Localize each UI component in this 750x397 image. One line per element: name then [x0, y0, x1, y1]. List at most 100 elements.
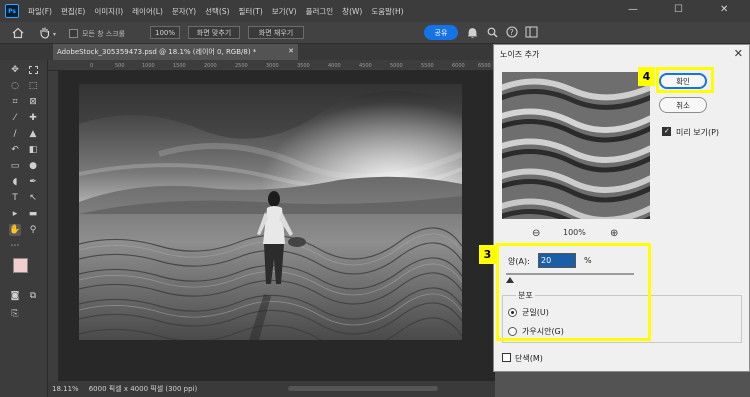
menu-image[interactable]: 이미지(I) [94, 6, 123, 17]
menu-view[interactable]: 보기(V) [272, 6, 297, 17]
preview-image [502, 72, 650, 219]
horizontal-ruler: 0 500 1000 1500 2000 2500 3000 3500 4000… [48, 60, 495, 71]
zoom-tool-icon[interactable]: ⚲ [27, 224, 39, 236]
hand-icon[interactable] [38, 26, 51, 39]
history-brush-icon[interactable]: ↶ [9, 144, 21, 156]
gradient-tool-icon[interactable]: ▭ [9, 160, 21, 172]
fill-screen-button[interactable]: 화면 채우기 [248, 26, 304, 39]
zoom-out-icon[interactable]: ⊖ [532, 228, 540, 239]
blur-tool-icon[interactable]: ● [27, 160, 39, 172]
marquee-tool-icon[interactable] [27, 64, 39, 76]
vertical-ruler [48, 71, 59, 381]
app-logo: Ps [5, 4, 19, 18]
callout-step-3: 3 [479, 245, 496, 264]
horizontal-scrollbar[interactable] [288, 386, 438, 391]
menu-filter[interactable]: 필터(T) [239, 6, 263, 17]
crop-tool-icon[interactable]: ⌗ [9, 96, 21, 108]
menu-window[interactable]: 창(W) [342, 6, 362, 17]
brush-tool-icon[interactable]: / [9, 128, 21, 140]
minimize-button[interactable]: — [628, 4, 638, 15]
ruler-label: 1500 [173, 63, 186, 69]
fit-screen-button[interactable]: 화면 맞추기 [188, 26, 240, 39]
document-size-status: 6000 픽셀 x 4000 픽셀 (300 ppi) [88, 385, 198, 393]
frame-tool-icon[interactable]: ⊠ [27, 96, 39, 108]
callout-settings-highlight [496, 243, 651, 341]
ruler-label: 2000 [204, 63, 217, 69]
screen-mode-icon[interactable]: ⧉ [27, 290, 39, 302]
healing-brush-icon[interactable]: ✚ [27, 112, 39, 124]
document-image[interactable] [79, 84, 462, 340]
menu-plugins[interactable]: 플러그인 [306, 6, 334, 17]
menu-layer[interactable]: 레이어(L) [132, 6, 163, 17]
ruler-label: 500 [115, 63, 125, 69]
scroll-all-label: 모든 창 스크롤 [82, 30, 126, 38]
cancel-button[interactable]: 취소 [659, 97, 707, 113]
menu-type[interactable]: 문자(Y) [172, 6, 196, 17]
document-tab[interactable]: AdobeStock_305359473.psd @ 18.1% (레이어 0,… [53, 44, 298, 60]
scroll-all-checkbox[interactable] [69, 29, 78, 38]
zoom-field[interactable]: 100% [150, 26, 180, 39]
ruler-label: 0 [90, 63, 94, 69]
callout-ok-highlight [656, 67, 714, 93]
menu-select[interactable]: 선택(S) [205, 6, 229, 17]
pen-tool-icon[interactable]: ✒ [27, 176, 39, 188]
menu-file[interactable]: 파일(F) [28, 6, 52, 17]
search-icon[interactable] [487, 27, 498, 38]
monochromatic-checkbox[interactable] [502, 353, 511, 362]
dialog-close-icon[interactable]: ✕ [734, 47, 743, 60]
status-bar: 18.11% 6000 픽셀 x 4000 픽셀 (300 ppi) [48, 381, 495, 397]
foreground-color-swatch[interactable] [13, 258, 28, 273]
ruler-label: 3500 [297, 63, 310, 69]
ruler-label: 1000 [142, 63, 155, 69]
ruler-label: 6500 [478, 63, 491, 69]
lasso-tool-icon[interactable]: ◌ [9, 80, 21, 92]
path-select-icon[interactable]: ↖ [27, 192, 39, 204]
bell-icon[interactable] [467, 27, 478, 39]
preview-zoom-level: 100% [563, 228, 586, 237]
extras-icon[interactable]: ⎘ [9, 308, 21, 320]
home-icon[interactable] [12, 27, 24, 39]
monochromatic-label: 단색(M) [515, 354, 543, 363]
document-tabs: AdobeStock_305359473.psd @ 18.1% (레이어 0,… [0, 44, 495, 60]
hand-tool-icon[interactable]: ✋ [9, 224, 21, 236]
eraser-tool-icon[interactable]: ◧ [27, 144, 39, 156]
menu-help[interactable]: 도움말(H) [371, 6, 403, 17]
type-tool-icon[interactable]: T [9, 192, 21, 204]
options-bar: ▾ 모든 창 스크롤 100% 화면 맞추기 화면 채우기 공유 ? [0, 22, 750, 44]
preview-checkbox[interactable] [662, 127, 671, 136]
workspace-icon[interactable] [525, 26, 538, 38]
document-tab-label: AdobeStock_305359473.psd @ 18.1% (레이어 0,… [57, 48, 257, 56]
canvas-area[interactable] [59, 71, 495, 381]
move-tool-icon[interactable]: ✥ [9, 64, 21, 76]
zoom-status[interactable]: 18.11% [52, 385, 79, 393]
rectangle-tool-icon[interactable]: ▬ [27, 208, 39, 220]
desert-photo [79, 84, 462, 340]
share-button[interactable]: 공유 [424, 25, 458, 40]
ruler-label: 4500 [359, 63, 372, 69]
ruler-label: 6000 [452, 63, 465, 69]
eyedropper-tool-icon[interactable]: ⁄ [9, 112, 21, 124]
zoom-in-icon[interactable]: ⊕ [610, 228, 618, 239]
chevron-down-icon[interactable]: ▾ [53, 31, 56, 38]
noise-preview[interactable] [502, 72, 650, 219]
maximize-button[interactable]: ☐ [674, 4, 683, 15]
stamp-tool-icon[interactable]: ▲ [27, 128, 39, 140]
close-tab-icon[interactable]: ✕ [288, 47, 294, 55]
svg-text:?: ? [510, 28, 514, 37]
menu-bar: Ps 파일(F) 편집(E) 이미지(I) 레이어(L) 문자(Y) 선택(S)… [0, 0, 750, 22]
direct-select-icon[interactable]: ▸ [9, 208, 21, 220]
ruler-label: 2500 [235, 63, 248, 69]
quick-mask-icon[interactable]: ◙ [9, 290, 21, 302]
close-window-button[interactable]: ✕ [720, 4, 728, 15]
menu-edit[interactable]: 편집(E) [61, 6, 85, 17]
ruler-label: 5500 [421, 63, 434, 69]
dodge-tool-icon[interactable]: ◖ [9, 176, 21, 188]
callout-step-4: 4 [638, 67, 655, 86]
ruler-label: 4000 [328, 63, 341, 69]
object-select-tool-icon[interactable]: ⬚ [27, 80, 39, 92]
ruler-label: 3000 [266, 63, 279, 69]
ruler-label: 5000 [390, 63, 403, 69]
tools-panel: ✥ ◌ ⬚ ⌗ ⊠ ⁄ ✚ / ▲ ↶ ◧ ▭ ● ◖ ✒ T ↖ ▸ ▬ ✋ … [0, 60, 48, 397]
help-icon[interactable]: ? [506, 26, 518, 38]
more-tools-icon[interactable]: ⋯ [9, 240, 21, 252]
